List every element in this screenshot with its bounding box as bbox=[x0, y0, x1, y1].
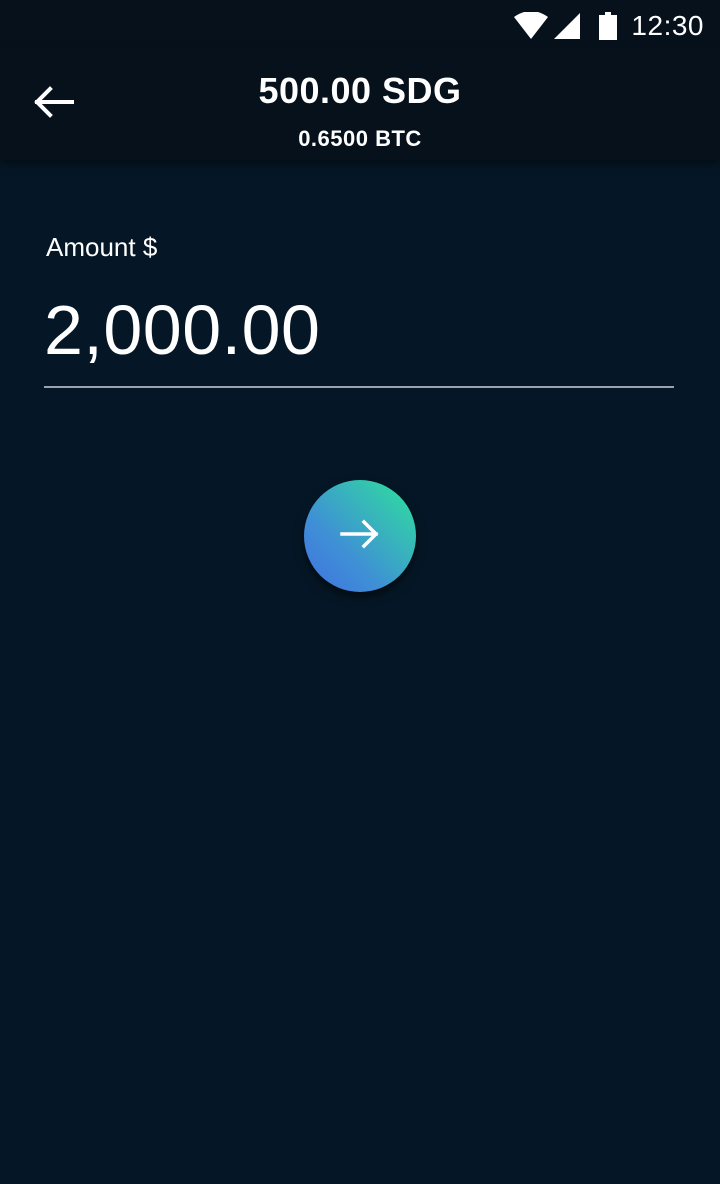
main-content: Amount $ bbox=[0, 160, 720, 1184]
battery-icon bbox=[599, 12, 618, 40]
next-button[interactable] bbox=[304, 480, 416, 592]
wifi-icon bbox=[513, 12, 549, 40]
page-title: 500.00 SDG bbox=[258, 70, 462, 111]
status-time: 12:30 bbox=[631, 10, 704, 41]
arrow-right-icon bbox=[340, 518, 380, 555]
amount-label: Amount $ bbox=[46, 232, 158, 262]
cellular-signal-icon bbox=[553, 12, 581, 40]
app-bar: 500.00 SDG 0.6500 BTC bbox=[0, 48, 720, 160]
page-subtitle: 0.6500 BTC bbox=[298, 126, 422, 151]
status-icons: 12:30 bbox=[513, 8, 704, 44]
amount-input[interactable] bbox=[44, 288, 674, 388]
status-bar: 12:30 bbox=[0, 0, 720, 48]
